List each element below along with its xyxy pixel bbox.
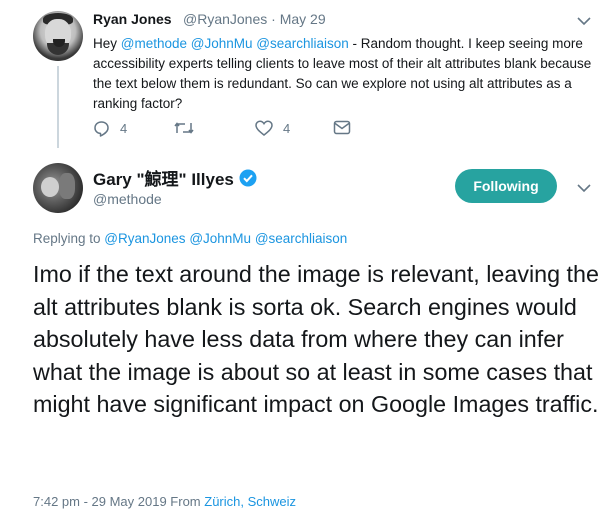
- author-name-row: Gary "鯨理" Illyes: [93, 165, 257, 190]
- mention-link[interactable]: @methode: [121, 36, 187, 51]
- reply-count: 4: [120, 121, 128, 136]
- like-count: 4: [283, 120, 291, 136]
- tweet-meta: @RyanJones · May 29: [183, 11, 326, 27]
- retweet-button[interactable]: [174, 120, 204, 136]
- reply-icon: [93, 120, 110, 137]
- timestamp-text[interactable]: 7:42 pm - 29 May 2019 From: [33, 494, 204, 509]
- like-button[interactable]: 4: [255, 120, 290, 136]
- mention-link[interactable]: @RyanJones: [104, 231, 185, 246]
- dot-separator: ·: [271, 11, 276, 27]
- thread-line: [57, 66, 59, 148]
- location-link[interactable]: Zürich, Schweiz: [204, 494, 296, 509]
- mention-link[interactable]: @JohnMu: [189, 231, 251, 246]
- avatar-shape: [59, 173, 75, 199]
- avatar-shape: [41, 177, 59, 197]
- like-icon: [255, 120, 273, 136]
- tweet-timestamp: 7:42 pm - 29 May 2019 From Zürich, Schwe…: [33, 494, 296, 509]
- chevron-down-icon[interactable]: [577, 181, 591, 197]
- avatar-ryan-jones[interactable]: [33, 11, 83, 61]
- dm-icon: [333, 120, 351, 135]
- replying-prefix: Replying to: [33, 231, 105, 246]
- author-handle[interactable]: @RyanJones: [183, 11, 267, 27]
- reply-button[interactable]: 4: [93, 120, 127, 137]
- mention-link[interactable]: @JohnMu: [191, 36, 253, 51]
- tweet-text-prefix: Hey: [93, 36, 121, 51]
- author-handle[interactable]: @methode: [93, 191, 162, 207]
- mention-link[interactable]: @searchliaison: [256, 36, 349, 51]
- replying-to: Replying to @RyanJones @JohnMu @searchli…: [33, 231, 347, 246]
- tweet-date[interactable]: May 29: [280, 11, 326, 27]
- author-name[interactable]: Gary "鯨理" Illyes: [93, 165, 234, 190]
- direct-message-button[interactable]: [333, 120, 351, 135]
- author-name[interactable]: Ryan Jones: [93, 11, 172, 27]
- verified-badge-icon: [239, 169, 257, 187]
- mention-link[interactable]: @searchliaison: [255, 231, 348, 246]
- retweet-icon: [174, 120, 194, 136]
- following-button[interactable]: Following: [455, 169, 557, 203]
- avatar-gary-illyes[interactable]: [33, 163, 83, 213]
- tweet-text: Hey @methode @JohnMu @searchliaison - Ra…: [93, 34, 593, 114]
- main-tweet-text: Imo if the text around the image is rele…: [33, 261, 599, 417]
- chevron-down-icon[interactable]: [577, 14, 591, 30]
